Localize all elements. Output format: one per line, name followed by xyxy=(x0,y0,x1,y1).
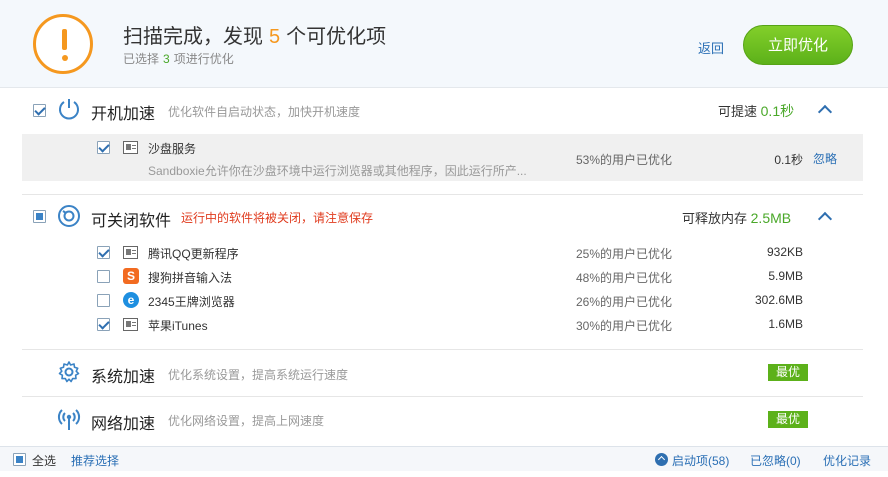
sandbox-item-desc: Sandboxie允许你在沙盘环境中运行浏览器或其他程序，因此运行所产... xyxy=(148,164,527,178)
system-section-desc: 优化系统设置，提高系统运行速度 xyxy=(168,368,349,382)
network-section-desc: 优化网络设置，提高上网速度 xyxy=(168,414,325,428)
network-status-badge: 最优 xyxy=(768,411,808,428)
startup-section-checkbox[interactable] xyxy=(33,104,46,117)
app-row-size: 302.6MB xyxy=(754,293,803,307)
optimizer-window: 扫描完成，发现 5 个可优化项 已选择 3 项进行优化 返回 立即优化 开机加速 优化软… xyxy=(0,0,888,477)
app-row-name: 2345王牌浏览器 xyxy=(148,295,235,309)
system-section-title: 系统加速 xyxy=(91,369,156,386)
scan-result-title: 扫描完成，发现 5 个可优化项 xyxy=(123,20,386,49)
sandbox-item-name: 沙盘服务 xyxy=(148,142,197,156)
divider xyxy=(22,349,863,350)
app-row-percent: 48%的用户已优化 xyxy=(576,271,673,285)
sandbox-item-checkbox[interactable] xyxy=(97,141,110,154)
selected-summary: 已选择 3 项进行优化 xyxy=(123,50,234,67)
closable-warning: 运行中的软件将被关闭，请注意保存 xyxy=(181,211,374,225)
closable-gain-value: 2.5MB xyxy=(750,210,792,226)
power-icon xyxy=(59,99,79,120)
system-status-badge: 最优 xyxy=(768,364,808,381)
ignored-link[interactable]: 已忽略(0) xyxy=(750,452,801,469)
generic-app-icon xyxy=(123,141,138,154)
app-row-name: 苹果iTunes xyxy=(148,319,208,333)
app-row-percent: 25%的用户已优化 xyxy=(576,247,673,261)
divider xyxy=(22,194,863,195)
warning-icon xyxy=(33,14,93,74)
optimize-now-button[interactable]: 立即优化 xyxy=(743,25,853,65)
scan-result-header: 扫描完成，发现 5 个可优化项 已选择 3 项进行优化 返回 立即优化 xyxy=(0,0,888,88)
app-row-checkbox[interactable] xyxy=(97,270,110,283)
app-row-size: 5.9MB xyxy=(768,269,803,283)
closable-section-checkbox[interactable] xyxy=(33,210,46,223)
back-link[interactable]: 返回 xyxy=(698,38,724,57)
startup-gain: 可提速 0.1秒 xyxy=(718,101,794,121)
issue-count: 5 xyxy=(269,26,281,48)
selected-count: 3 xyxy=(163,52,170,66)
closable-collapse-icon[interactable] xyxy=(817,211,833,227)
closable-gain-label: 可释放内存 xyxy=(682,211,748,226)
gear-icon xyxy=(58,361,80,383)
app-row-size: 932KB xyxy=(766,245,803,259)
startup-gain-label: 可提速 xyxy=(718,104,758,119)
closable-gain: 可释放内存 2.5MB xyxy=(682,208,791,227)
history-link[interactable]: 优化记录 xyxy=(823,452,871,469)
app-row-checkbox[interactable] xyxy=(97,294,110,307)
generic-app-icon xyxy=(123,246,138,259)
app-row-size: 1.6MB xyxy=(768,317,803,331)
memory-release-icon xyxy=(58,205,80,227)
app-row-checkbox[interactable] xyxy=(97,318,110,331)
startup-gain-value: 0.1秒 xyxy=(760,103,795,119)
startup-item-row: 沙盘服务 Sandboxie允许你在沙盘环境中运行浏览器或其他程序，因此运行所产… xyxy=(22,134,863,181)
sandbox-item-time: 0.1秒 xyxy=(774,153,803,167)
app-row-percent: 26%的用户已优化 xyxy=(576,295,673,309)
network-signal-icon xyxy=(57,409,81,430)
startup-section-title: 开机加速 xyxy=(91,106,156,123)
generic-app-icon xyxy=(123,318,138,331)
recommend-select-link[interactable]: 推荐选择 xyxy=(71,452,119,469)
title-prefix: 扫描完成，发现 xyxy=(123,26,263,48)
select-all-label[interactable]: 全选 xyxy=(32,452,56,469)
sogou-icon: S xyxy=(123,268,139,284)
network-section-title: 网络加速 xyxy=(91,416,156,433)
sandbox-ignore-link[interactable]: 忽略 xyxy=(813,150,837,167)
sub-prefix: 已选择 xyxy=(123,52,160,66)
startup-items-link[interactable]: 启动项(58) xyxy=(672,452,729,469)
app-row-checkbox[interactable] xyxy=(97,246,110,259)
sub-suffix: 项进行优化 xyxy=(173,52,234,66)
footer-bar: 全选 推荐选择 启动项(58) 已忽略(0) 优化记录 xyxy=(0,446,888,471)
startup-items-icon xyxy=(655,453,668,466)
startup-section-desc: 优化软件自启动状态，加快开机速度 xyxy=(168,105,361,119)
title-suffix: 个可优化项 xyxy=(286,26,387,48)
app-row-name: 腾讯QQ更新程序 xyxy=(148,247,239,261)
select-all-checkbox[interactable] xyxy=(13,453,26,466)
app-row-percent: 30%的用户已优化 xyxy=(576,319,673,333)
divider xyxy=(22,396,863,397)
sandbox-item-percent: 53%的用户已优化 xyxy=(576,153,673,167)
startup-collapse-icon[interactable] xyxy=(817,104,833,120)
closable-section-title: 可关闭软件 xyxy=(91,213,172,230)
app-row-name: 搜狗拼音输入法 xyxy=(148,271,233,285)
browser-e-icon: e xyxy=(123,292,139,308)
